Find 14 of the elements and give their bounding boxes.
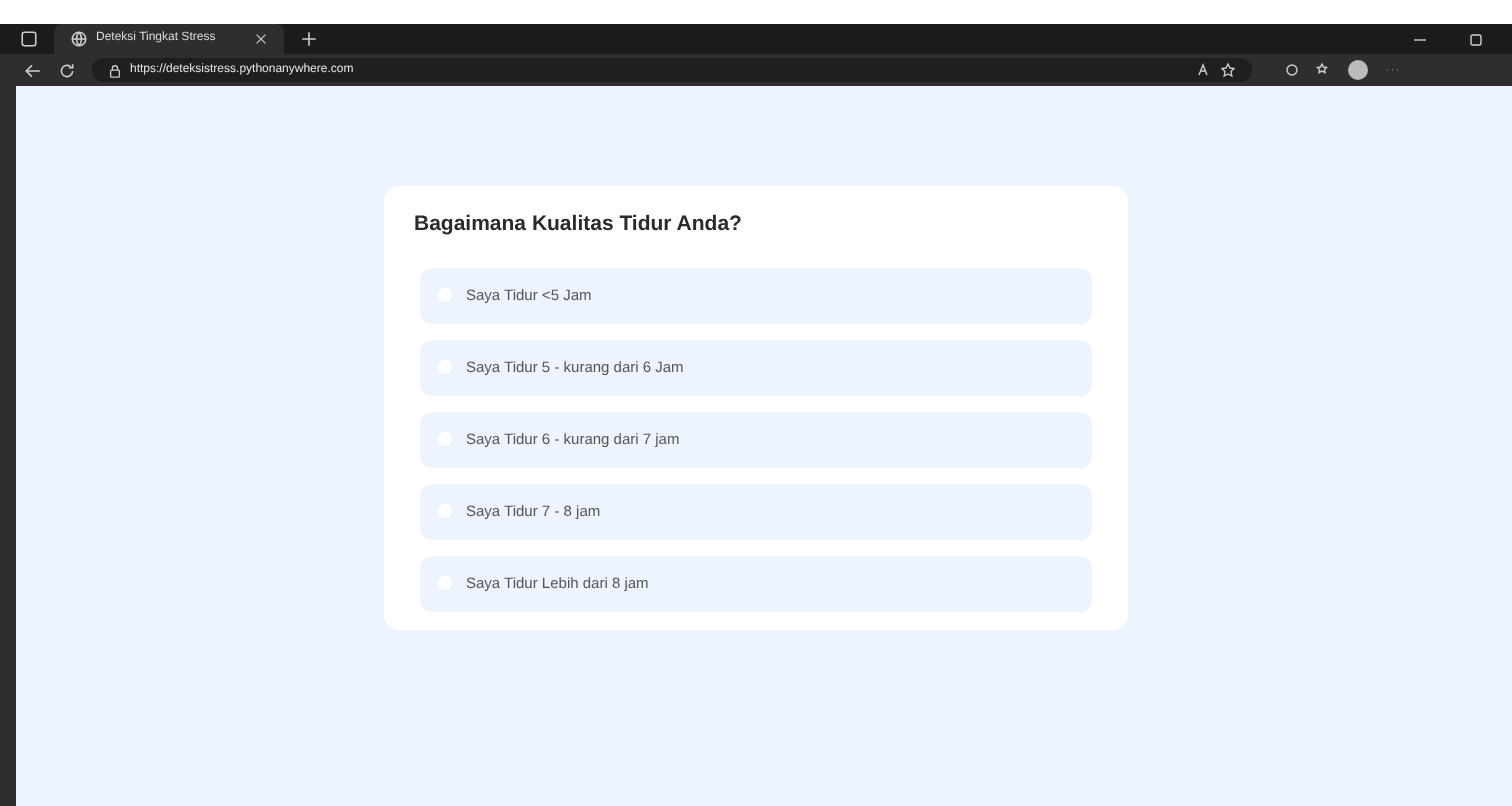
profile-avatar[interactable] [1348,60,1368,80]
lock-icon [108,63,122,77]
tab-actions-icon[interactable] [20,30,38,48]
restore-icon[interactable] [1468,31,1484,47]
back-icon[interactable] [24,61,42,79]
question-title: Bagaimana Kualitas Tidur Anda? [414,210,744,240]
new-tab-icon[interactable] [300,30,318,48]
read-aloud-icon[interactable] [1196,62,1212,78]
refresh-icon[interactable] [58,61,76,79]
close-icon[interactable] [254,32,268,46]
globe-icon[interactable] [70,30,88,48]
star-icon[interactable] [1220,62,1236,78]
extension-icon[interactable] [1284,62,1300,78]
favorites-icon[interactable] [1316,62,1332,78]
